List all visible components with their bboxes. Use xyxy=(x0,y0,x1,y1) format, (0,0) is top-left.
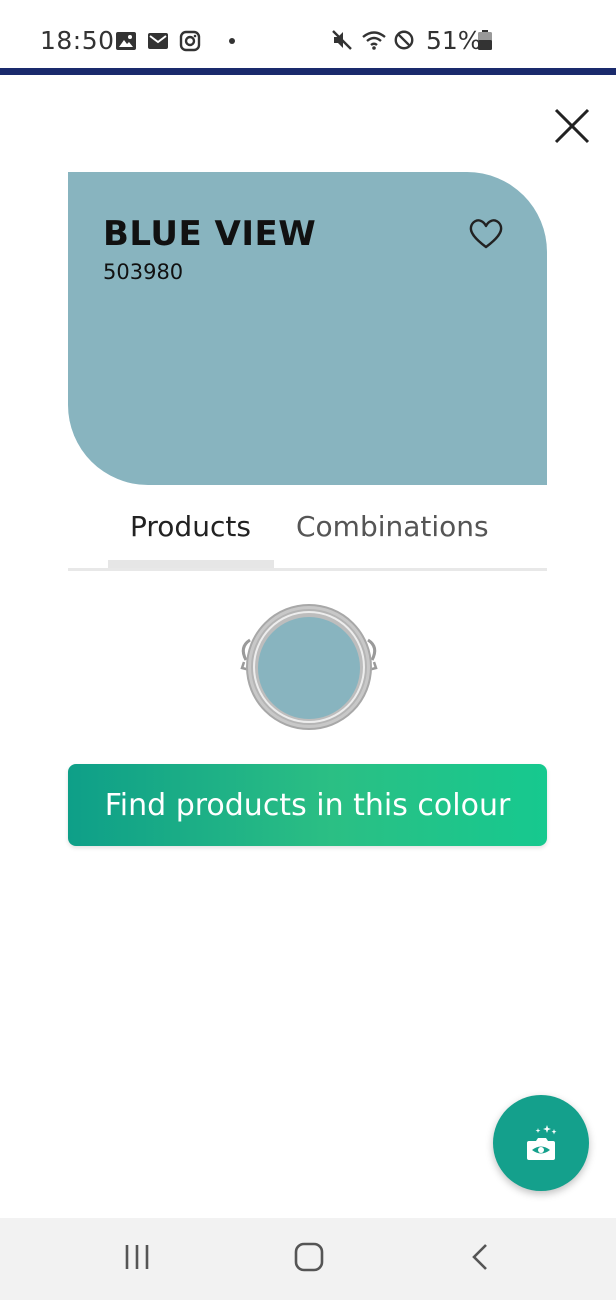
status-time: 18:50 xyxy=(40,26,115,55)
tab-bar: Products Combinations xyxy=(68,500,547,572)
active-tab-indicator xyxy=(108,560,274,568)
wifi-icon xyxy=(362,31,386,50)
find-products-button[interactable]: Find products in this colour xyxy=(68,764,547,846)
tabs-divider xyxy=(68,568,547,571)
blocked-icon xyxy=(394,30,414,50)
dot-icon xyxy=(229,38,235,44)
system-navigation-bar xyxy=(0,1218,616,1300)
instagram-icon xyxy=(179,30,201,52)
status-left-icons xyxy=(115,30,235,52)
favourite-button[interactable] xyxy=(468,216,504,252)
mute-icon xyxy=(332,30,352,50)
close-icon xyxy=(554,108,590,144)
close-button[interactable] xyxy=(550,104,594,148)
colour-name: BLUE VIEW xyxy=(103,214,317,254)
back-icon[interactable] xyxy=(466,1242,496,1272)
colour-swatch-card: BLUE VIEW 503980 xyxy=(68,172,547,485)
battery-percentage: 51% xyxy=(426,26,482,55)
camera-eye-icon xyxy=(527,1125,557,1160)
recents-icon[interactable] xyxy=(122,1242,152,1272)
status-bar: 18:50 51% xyxy=(0,0,616,68)
visualiser-fab[interactable] xyxy=(493,1095,589,1191)
toolbar-divider xyxy=(0,68,616,75)
gallery-icon xyxy=(116,32,136,50)
home-icon[interactable] xyxy=(294,1242,324,1272)
battery-icon xyxy=(478,30,492,50)
tab-products[interactable]: Products xyxy=(130,510,251,543)
mail-icon xyxy=(148,33,168,49)
heart-icon xyxy=(469,219,503,249)
paint-can-image xyxy=(240,604,378,730)
colour-code: 503980 xyxy=(103,260,184,284)
tab-combinations[interactable]: Combinations xyxy=(296,510,489,543)
